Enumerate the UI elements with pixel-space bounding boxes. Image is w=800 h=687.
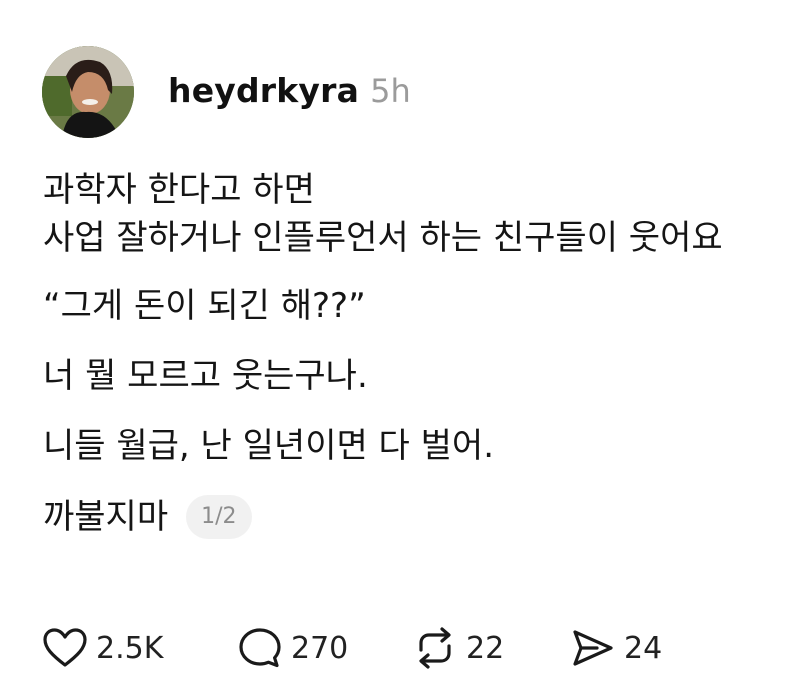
action-bar: 2.5K 270 22 24 <box>42 624 690 672</box>
thread-post: heydrkyra 5h 과학자 한다고 하면 사업 잘하거나 인플루언서 하는… <box>0 0 800 687</box>
post-text-line: 까불지마 <box>43 497 169 537</box>
post-text-line: 사업 잘하거나 인플루언서 하는 친구들이 웃어요 <box>43 218 723 258</box>
comment-count: 270 <box>291 630 349 666</box>
page-indicator-badge: 1/2 <box>186 495 252 539</box>
share-count: 24 <box>624 630 663 666</box>
repost-icon <box>419 627 451 669</box>
comment-bubble-icon <box>239 628 281 668</box>
repost-button[interactable]: 22 <box>412 626 570 670</box>
like-button[interactable]: 2.5K <box>42 627 237 669</box>
post-meta: heydrkyra 5h <box>168 71 411 110</box>
post-text-last-row: 까불지마 1/2 <box>43 493 783 541</box>
post-text-line: 너 뭘 모르고 웃는구나. <box>43 356 368 396</box>
share-button[interactable]: 24 <box>570 627 690 669</box>
send-icon <box>573 630 613 666</box>
comment-button[interactable]: 270 <box>237 626 412 670</box>
repost-count: 22 <box>466 630 505 666</box>
like-count: 2.5K <box>96 630 164 666</box>
heart-icon <box>43 628 87 667</box>
post-text-line: 니들 월급, 난 일년이면 다 벌어. <box>43 426 495 466</box>
avatar-image <box>42 46 134 138</box>
post-text-line: “그게 돈이 되긴 해??” <box>43 286 366 326</box>
username[interactable]: heydrkyra <box>168 71 359 110</box>
post-text-line: 과학자 한다고 하면 <box>43 170 315 210</box>
avatar[interactable] <box>42 46 134 138</box>
post-time: 5h <box>370 71 411 110</box>
post-body: 과학자 한다고 하면 사업 잘하거나 인플루언서 하는 친구들이 웃어요 “그게… <box>43 166 783 541</box>
post-header: heydrkyra 5h <box>42 46 411 138</box>
